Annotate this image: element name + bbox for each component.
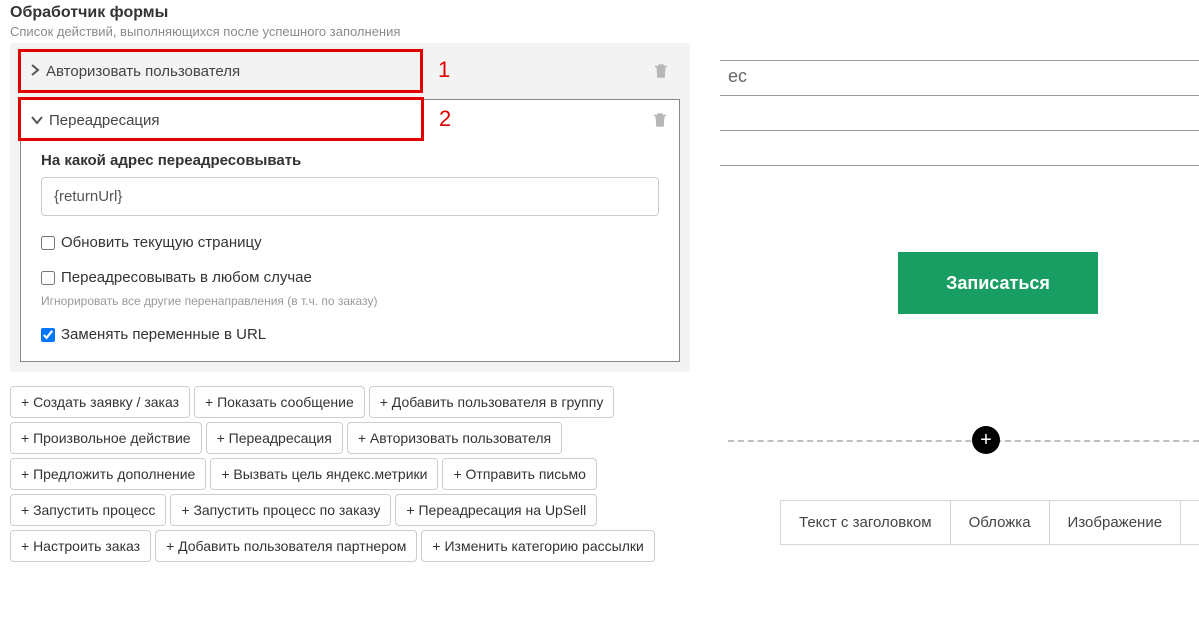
chevron-right-icon <box>30 64 40 79</box>
always-redirect-checkbox[interactable] <box>41 271 55 285</box>
refresh-page-label: Обновить текущую страницу <box>61 234 262 251</box>
chevron-down-icon <box>31 113 43 128</box>
action-label: Авторизовать пользователя <box>46 63 240 80</box>
annotation-number-1: 1 <box>438 57 450 83</box>
add-show-message-button[interactable]: + Показать сообщение <box>194 386 365 418</box>
add-upsell-redirect-button[interactable]: + Переадресация на UpSell <box>395 494 597 526</box>
add-auth-user-button[interactable]: + Авторизовать пользователя <box>347 422 562 454</box>
form-handler-panel: Обработчик формы Список действий, выполн… <box>10 4 690 562</box>
action-label: Переадресация <box>49 112 160 129</box>
preview-line <box>720 130 1199 131</box>
preview-line <box>720 95 1199 96</box>
refresh-page-checkbox[interactable] <box>41 236 55 250</box>
action-row-redirect[interactable]: Переадресация <box>21 100 679 140</box>
redirect-settings: На какой адрес переадресовывать Обновить… <box>21 140 679 343</box>
tab-cover[interactable]: Обложка <box>951 501 1050 544</box>
annotation-number-2: 2 <box>439 106 451 132</box>
redirect-url-input[interactable] <box>41 177 659 216</box>
add-start-process-order-button[interactable]: + Запустить процесс по заказу <box>170 494 391 526</box>
always-redirect-label: Переадресовывать в любом случае <box>61 269 312 286</box>
signup-button-label: Записаться <box>946 273 1050 294</box>
panel-title: Обработчик формы <box>10 4 690 22</box>
tab-text-with-heading[interactable]: Текст с заголовком <box>781 501 951 544</box>
preview-panel: ес Записаться + Текст с заголовком Облож… <box>720 0 1199 620</box>
add-yandex-goal-button[interactable]: + Вызвать цель яндекс.метрики <box>210 458 438 490</box>
tab-gallery[interactable]: Гал <box>1181 501 1199 544</box>
trash-icon[interactable] <box>652 61 670 81</box>
panel-subtitle: Список действий, выполняющихся после усп… <box>10 24 690 39</box>
preview-form-lines <box>720 60 1199 166</box>
add-create-order-button[interactable]: + Создать заявку / заказ <box>10 386 190 418</box>
add-user-partner-button[interactable]: + Добавить пользователя партнером <box>155 530 417 562</box>
add-user-to-group-button[interactable]: + Добавить пользователя в группу <box>369 386 615 418</box>
actions-container: Авторизовать пользователя 1 Переадресаци… <box>10 43 690 372</box>
add-configure-order-button[interactable]: + Настроить заказ <box>10 530 151 562</box>
trash-icon[interactable] <box>651 110 669 130</box>
signup-button[interactable]: Записаться <box>898 252 1098 314</box>
add-redirect-button[interactable]: + Переадресация <box>206 422 343 454</box>
replace-vars-checkbox[interactable] <box>41 328 55 342</box>
action-card-redirect: Переадресация 2 На какой адрес переадрес… <box>20 99 680 362</box>
tab-image[interactable]: Изображение <box>1050 501 1182 544</box>
add-start-process-button[interactable]: + Запустить процесс <box>10 494 166 526</box>
redirect-url-label: На какой адрес переадресовывать <box>41 152 659 169</box>
add-custom-action-button[interactable]: + Произвольное действие <box>10 422 202 454</box>
add-suggest-addon-button[interactable]: + Предложить дополнение <box>10 458 206 490</box>
preview-line <box>720 60 1199 61</box>
add-change-mailing-category-button[interactable]: + Изменить категорию рассылки <box>421 530 654 562</box>
action-row-auth[interactable]: Авторизовать пользователя <box>20 51 680 91</box>
section-divider <box>728 440 1199 442</box>
preview-line <box>720 165 1199 166</box>
add-send-mail-button[interactable]: + Отправить письмо <box>442 458 596 490</box>
plus-icon: + <box>980 429 992 452</box>
block-type-tabs: Текст с заголовком Обложка Изображение Г… <box>780 500 1199 545</box>
replace-vars-label: Заменять переменные в URL <box>61 326 266 343</box>
add-section-button[interactable]: + <box>972 426 1000 454</box>
add-action-buttons: + Создать заявку / заказ + Показать сооб… <box>10 386 690 562</box>
always-redirect-hint: Игнорировать все другие перенаправления … <box>41 294 659 308</box>
